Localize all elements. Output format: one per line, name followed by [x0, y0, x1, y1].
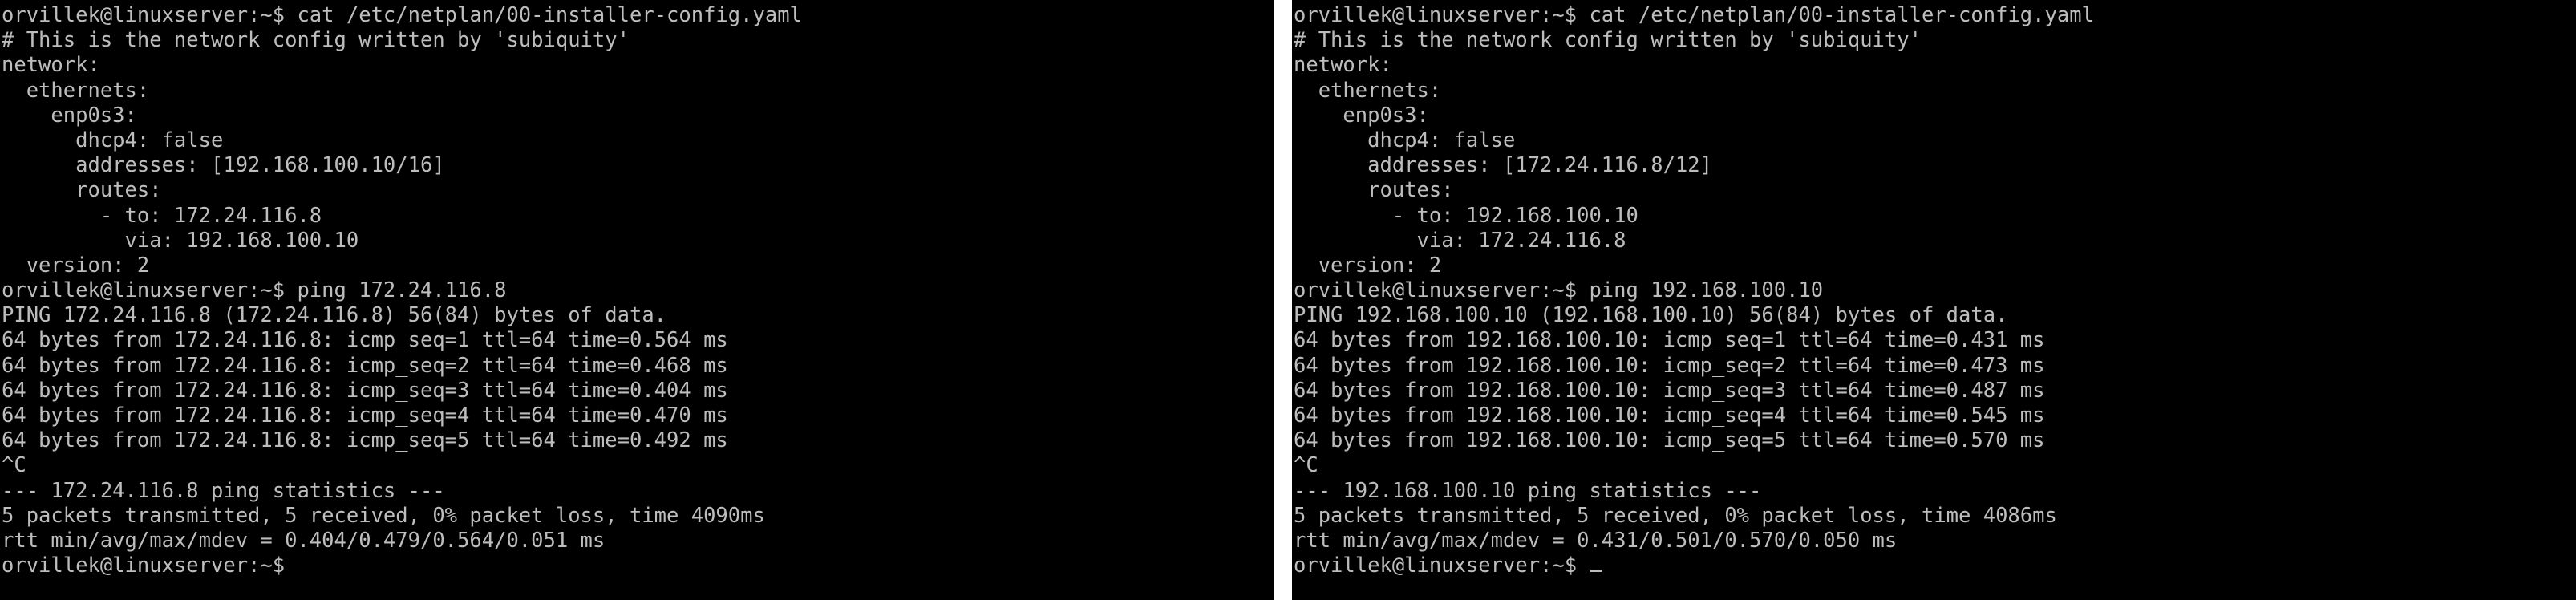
terminal-line: dhcp4: false — [2, 128, 224, 152]
right-terminal-output: orvillek@linuxserver:~$ cat /etc/netplan… — [1292, 0, 2576, 578]
terminal-line: routes: — [2, 178, 162, 203]
terminal-line: 64 bytes from 172.24.116.8: icmp_seq=3 t… — [2, 378, 728, 403]
terminal-prompt: orvillek@linuxserver:~$ — [1294, 553, 1590, 578]
terminal-line: rtt min/avg/max/mdev = 0.431/0.501/0.570… — [1294, 528, 1898, 553]
terminal-line: addresses: [172.24.116.8/12] — [1294, 153, 1712, 178]
left-terminal-output: orvillek@linuxserver:~$ cat /etc/netplan… — [0, 0, 1274, 578]
terminal-line: 5 packets transmitted, 5 received, 0% pa… — [1294, 503, 2057, 528]
terminal-line: 64 bytes from 192.168.100.10: icmp_seq=1… — [1294, 328, 2045, 353]
terminal-line: # This is the network config written by … — [2, 28, 630, 53]
terminal-line: --- 192.168.100.10 ping statistics --- — [1294, 478, 1762, 503]
terminal-line: 64 bytes from 172.24.116.8: icmp_seq=4 t… — [2, 403, 728, 428]
terminal-line: ethernets: — [1294, 78, 1442, 103]
terminal-line: enp0s3: — [2, 103, 137, 128]
terminal-line: orvillek@linuxserver:~$ cat /etc/netplan… — [2, 3, 802, 27]
terminal-line: ethernets: — [2, 78, 150, 103]
terminal-line: rtt min/avg/max/mdev = 0.404/0.479/0.564… — [2, 528, 606, 553]
terminal-line: 64 bytes from 192.168.100.10: icmp_seq=4… — [1294, 403, 2045, 428]
terminal-line: enp0s3: — [1294, 103, 1429, 128]
terminal-line: 64 bytes from 192.168.100.10: icmp_seq=2… — [1294, 353, 2045, 378]
terminal-line: - to: 192.168.100.10 — [1294, 203, 1638, 228]
terminal-line: routes: — [1294, 178, 1454, 203]
terminal-line: dhcp4: false — [1294, 128, 1516, 152]
terminal-line: PING 172.24.116.8 (172.24.116.8) 56(84) … — [2, 303, 667, 328]
text-cursor — [1590, 570, 1603, 573]
window-divider — [1274, 0, 1292, 600]
terminal-line: addresses: [192.168.100.10/16] — [2, 153, 445, 178]
terminal-line: 64 bytes from 172.24.116.8: icmp_seq=5 t… — [2, 428, 728, 453]
right-terminal-window[interactable]: orvillek@linuxserver:~$ cat /etc/netplan… — [1292, 0, 2576, 600]
terminal-line: version: 2 — [2, 253, 150, 278]
terminal-line: - to: 172.24.116.8 — [2, 203, 322, 228]
terminal-line: 5 packets transmitted, 5 received, 0% pa… — [2, 503, 765, 528]
terminal-line: via: 192.168.100.10 — [2, 228, 359, 253]
terminal-line: ^C — [2, 453, 26, 478]
terminal-line: orvillek@linuxserver:~$ cat /etc/netplan… — [1294, 3, 2094, 27]
left-terminal-window[interactable]: orvillek@linuxserver:~$ cat /etc/netplan… — [0, 0, 1274, 600]
terminal-line: orvillek@linuxserver:~$ — [2, 553, 286, 578]
terminal-line: 64 bytes from 192.168.100.10: icmp_seq=3… — [1294, 378, 2045, 403]
terminal-line: ^C — [1294, 453, 1318, 478]
terminal-line: 64 bytes from 192.168.100.10: icmp_seq=5… — [1294, 428, 2045, 453]
terminal-line: via: 172.24.116.8 — [1294, 228, 1626, 253]
terminal-line: orvillek@linuxserver:~$ ping 172.24.116.… — [2, 278, 507, 303]
terminal-line: PING 192.168.100.10 (192.168.100.10) 56(… — [1294, 303, 2008, 328]
terminal-line: 64 bytes from 172.24.116.8: icmp_seq=1 t… — [2, 328, 728, 353]
terminal-prompt-line[interactable]: orvillek@linuxserver:~$ — [1294, 553, 2576, 578]
terminal-line: network: — [2, 53, 100, 78]
terminal-line: # This is the network config written by … — [1294, 28, 1922, 53]
terminal-line: version: 2 — [1294, 253, 1442, 278]
terminal-line: network: — [1294, 53, 1392, 78]
terminal-line: orvillek@linuxserver:~$ ping 192.168.100… — [1294, 278, 1824, 303]
screen: orvillek@linuxserver:~$ cat /etc/netplan… — [0, 0, 2576, 600]
terminal-line: 64 bytes from 172.24.116.8: icmp_seq=2 t… — [2, 353, 728, 378]
terminal-line: --- 172.24.116.8 ping statistics --- — [2, 478, 445, 503]
